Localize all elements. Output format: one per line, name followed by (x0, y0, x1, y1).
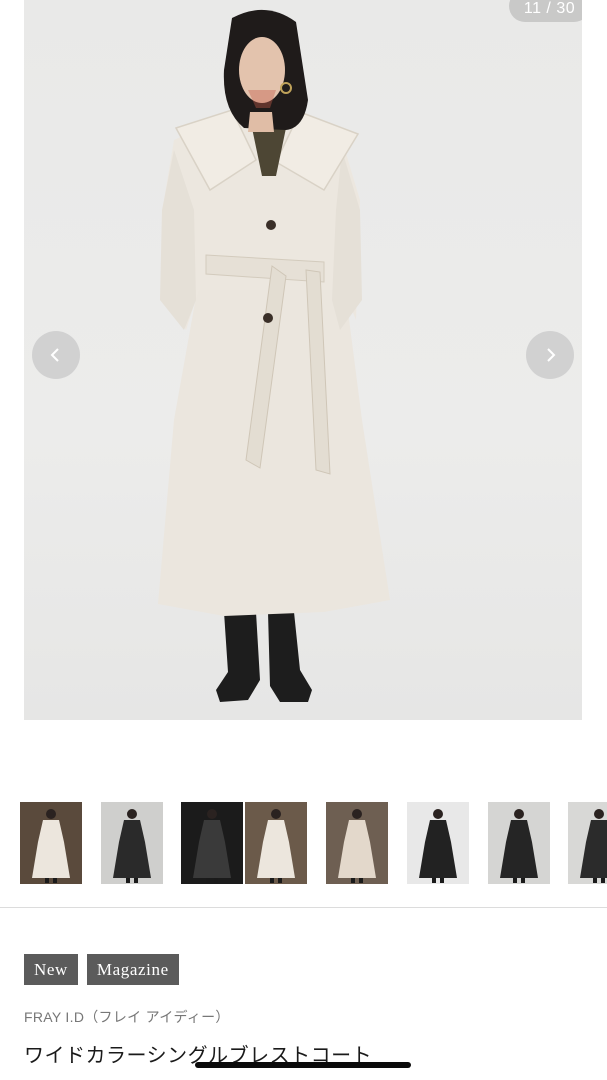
image-counter: 11 / 30 (509, 0, 582, 22)
thumbnail-image (500, 809, 538, 883)
thumbnail-image (419, 809, 457, 883)
thumbnail-6[interactable] (407, 802, 469, 884)
home-indicator[interactable] (195, 1062, 411, 1068)
section-divider (0, 907, 607, 908)
tag-magazine[interactable]: Magazine (86, 954, 179, 985)
thumbnail-3[interactable] (181, 802, 243, 884)
chevron-left-icon (50, 348, 59, 362)
model-photo (158, 9, 390, 702)
next-image-button[interactable] (526, 331, 574, 379)
product-tags: New Magazine (24, 954, 179, 985)
thumbnail-image (193, 809, 231, 883)
thumbnail-image (580, 809, 607, 883)
previous-image-button[interactable] (32, 331, 80, 379)
product-main-image[interactable]: 11 / 30 (24, 0, 582, 720)
thumbnail-image (338, 809, 376, 883)
thumbnail-image (32, 809, 70, 883)
thumbnail-7[interactable] (488, 802, 550, 884)
thumbnail-4[interactable] (245, 802, 307, 884)
thumbnail-2[interactable] (101, 802, 163, 884)
thumbnail-image (113, 809, 151, 883)
thumbnail-8[interactable] (568, 802, 607, 884)
thumbnail-5[interactable] (326, 802, 388, 884)
thumbnail-1[interactable] (20, 802, 82, 884)
brand-name[interactable]: FRAY I.D（フレイ アイディー） (24, 1007, 230, 1027)
thumbnail-strip[interactable] (0, 802, 607, 886)
tag-new[interactable]: New (24, 954, 78, 985)
chevron-right-icon (547, 348, 556, 362)
thumbnail-image (257, 809, 295, 883)
